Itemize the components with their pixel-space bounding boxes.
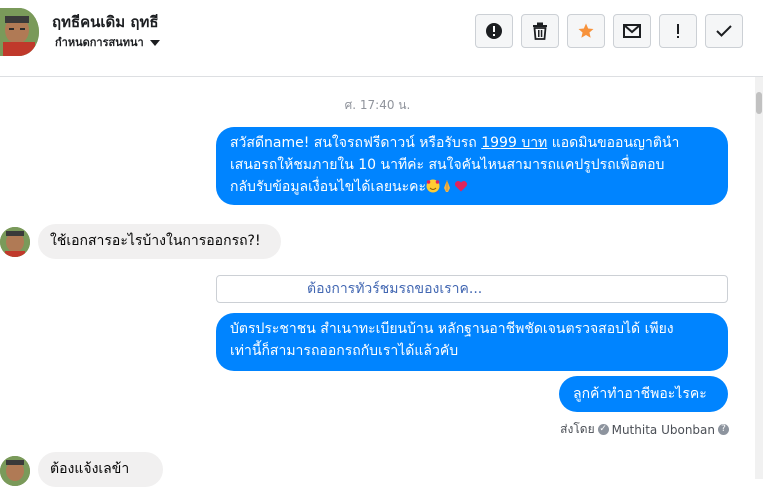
incoming-message[interactable]: ต้องแจ้งเลข้า [38,452,163,487]
conversation-settings-dropdown[interactable]: กำหนดการสนทนา [55,33,160,51]
message-timestamp: ศ. 17:40 น. [344,98,411,112]
delete-button[interactable] [521,14,559,48]
message-line: บัตรประชาชน สำเนาทะเบียนบ้าน หลักฐานอาชี… [230,321,674,337]
check-icon [716,25,732,37]
message-text: สวัสดีname! สนใจรถฟรีดาวน์ หรือรับรถ [230,135,482,151]
contact-avatar-small[interactable] [0,456,30,486]
message-text: ใช้เอกสารอะไรบ้างในการออกรถ?! [50,233,261,249]
outgoing-message[interactable]: บัตรประชาชน สำเนาทะเบียนบ้าน หลักฐานอาชี… [216,313,728,371]
scrollbar-thumb[interactable] [756,92,762,114]
star-icon [578,23,594,38]
praying-hands-icon [444,180,451,192]
message-line: กลับรับข้อมูลเงื่อนไขได้เลยนะคะ [230,176,714,198]
red-heart-icon [455,180,468,192]
email-button[interactable] [613,14,651,48]
alert-circle-icon [486,23,502,39]
mark-done-button[interactable] [705,14,743,48]
message-line: สวัสดีname! สนใจรถฟรีดาวน์ หรือรับรถ 199… [230,132,714,154]
message-line: เสนอรถให้ชมภายใน 10 นาทีค่ะ สนใจคันไหนสา… [230,157,665,173]
trash-icon [533,22,547,40]
conversation-header: ฤทธีคนเดิม ฤทธี กำหนดการสนทนา [0,0,763,77]
envelope-icon [623,24,641,38]
star-button[interactable] [567,14,605,48]
sender-name[interactable]: Muthita Ubonban [612,423,715,437]
mark-button[interactable] [659,14,697,48]
message-text: ต้องแจ้งเลข้า [50,461,130,477]
smiling-face-hearts-icon [426,179,440,193]
sent-by-label: ส่งโดย [560,422,595,436]
toolbar [475,14,743,48]
message-text: ลูกค้าทำอาชีพอะไรคะ [573,386,707,402]
sent-by-info: ส่งโดย ✓ Muthita Ubonban ? [560,420,729,439]
contact-name: ฤทธีคนเดิม ฤทธี [52,13,159,31]
incoming-message[interactable]: ใช้เอกสารอะไรบ้างในการออกรถ?! [38,224,281,259]
sent-check-icon: ✓ [597,424,609,435]
message-text: แอดมินขออนญาตินำ [547,135,680,151]
caret-down-icon [149,40,160,46]
conversation-settings-label: กำหนดการสนทนา [55,36,144,49]
exclamation-icon [677,24,679,38]
contact-avatar-small[interactable] [0,227,30,257]
message-line: เท่านี้ก็สามารถออกรถกับเราได้แล้วคับ [230,343,459,359]
message-text: กลับรับข้อมูลเงื่อนไขได้เลยนะคะ [230,179,427,195]
contact-avatar[interactable] [0,8,39,56]
quick-reply-button[interactable]: ต้องการทัวร์ชมรถของเราค... [216,275,728,303]
scrollbar[interactable] [755,77,763,479]
help-icon[interactable]: ? [718,424,729,435]
outgoing-message[interactable]: สวัสดีname! สนใจรถฟรีดาวน์ หรือรับรถ 199… [216,127,728,205]
price-link[interactable]: 1999 บาท [481,135,547,151]
outgoing-message[interactable]: ลูกค้าทำอาชีพอะไรคะ [559,376,728,412]
spam-button[interactable] [475,14,513,48]
